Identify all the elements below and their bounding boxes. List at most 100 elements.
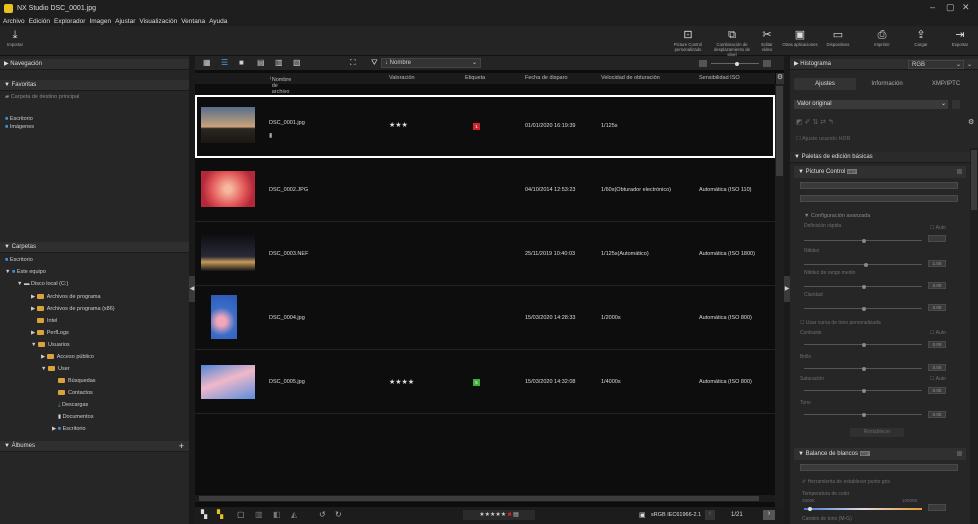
- print-button[interactable]: ⎙ Imprimir: [870, 28, 894, 47]
- thumbnail-image[interactable]: [201, 171, 255, 207]
- tree-item[interactable]: Intel: [37, 318, 57, 324]
- tree-item[interactable]: ▶ Archivos de programa: [31, 294, 101, 300]
- list-view-icon[interactable]: ☰: [221, 58, 228, 67]
- folder-selection-icon[interactable]: ▚: [217, 510, 223, 519]
- compare-icon[interactable]: ▥: [255, 510, 263, 519]
- menu-explorador[interactable]: Explorador: [54, 18, 85, 25]
- advanced-settings-toggle[interactable]: ▼ Configuración avanzada: [804, 213, 870, 219]
- custom-curve-checkbox[interactable]: ☐ Usar curva de tono personalizada: [800, 320, 881, 326]
- tree-item[interactable]: ▶ Acceso público: [41, 354, 94, 360]
- zoom-in-button[interactable]: [763, 60, 771, 67]
- contrast-value[interactable]: 0.00: [928, 341, 946, 348]
- thumbnail-size-slider[interactable]: [711, 61, 759, 66]
- other-apps-button[interactable]: ▣ Otras aplicaciones: [780, 28, 820, 47]
- table-row[interactable]: DSC_0005.jpg ★★★★ 5 15/03/2020 14:32:08 …: [195, 351, 775, 414]
- select-all-icon[interactable]: ▚: [201, 510, 207, 519]
- rotate-left-icon[interactable]: ↺: [319, 510, 326, 519]
- table-row[interactable]: DSC_0003.NEF 25/11/2019 10:40:03 1/125s(…: [195, 223, 775, 286]
- tree-item[interactable]: Búsquedas: [58, 378, 96, 384]
- info-icon[interactable]: ◧: [273, 510, 281, 519]
- thumbnail-image[interactable]: [201, 365, 255, 399]
- sort-select[interactable]: ↓ Nombre ⌄: [381, 58, 481, 68]
- tree-item[interactable]: ⤓ Descargas: [58, 402, 88, 409]
- white-balance-section[interactable]: ▼ Balance de blancos NEF: [794, 448, 966, 460]
- clarity-value[interactable]: 0.00: [928, 304, 946, 311]
- tab-xmp-iptc[interactable]: XMP/IPTC: [918, 78, 974, 90]
- menu-edicion[interactable]: Edición: [29, 18, 50, 25]
- clarity-slider[interactable]: [804, 306, 922, 311]
- export-button[interactable]: ⇥ Exportar: [946, 28, 974, 47]
- edit-video-button[interactable]: ✂ Editar vídeo: [756, 28, 778, 52]
- left-panel-collapse-icon[interactable]: ◀: [189, 276, 195, 302]
- upload-button[interactable]: ⇪ Cargar: [910, 28, 932, 47]
- grid-view-icon[interactable]: ▦: [203, 58, 211, 67]
- tree-item[interactable]: ▼ User: [41, 366, 70, 372]
- import-button[interactable]: ⤓ Importar: [4, 28, 26, 47]
- saturation-auto-checkbox[interactable]: ☐ Auto: [930, 376, 946, 382]
- thumbnail-image[interactable]: [201, 107, 255, 143]
- navigation-panel-header[interactable]: ▶ Navegación: [0, 59, 189, 70]
- thumbnail-image[interactable]: [201, 235, 255, 271]
- compare-view-icon[interactable]: ▥: [275, 58, 283, 67]
- saturation-value[interactable]: 0.00: [928, 387, 946, 394]
- histogram-dropdown-icon[interactable]: ⌄: [967, 61, 972, 68]
- menu-ventana[interactable]: Ventana: [181, 18, 205, 25]
- menu-imagen[interactable]: Imagen: [89, 18, 111, 25]
- column-settings-gear-icon[interactable]: ⚙: [776, 73, 784, 84]
- sharpness-value[interactable]: 1.00: [928, 260, 946, 267]
- mid-sharpness-slider[interactable]: [804, 284, 922, 289]
- single-view-icon[interactable]: ■: [239, 58, 244, 67]
- gray-point-tool[interactable]: ✐ Herramienta de establecer punto gris: [802, 479, 890, 485]
- tab-ajustes[interactable]: Ajustes: [794, 78, 856, 90]
- favorite-item[interactable]: ▰ Carpeta de destino principal: [5, 94, 79, 100]
- minimize-button[interactable]: –: [930, 2, 935, 12]
- map-view-icon[interactable]: ▧: [293, 58, 301, 67]
- filter-icon[interactable]: ⛛: [371, 58, 378, 68]
- histogram-channel-select[interactable]: RGB ⌄: [908, 60, 964, 69]
- menu-ayuda[interactable]: Ayuda: [209, 18, 227, 25]
- right-scrollbar[interactable]: [970, 148, 978, 524]
- picture-control-button[interactable]: ⊡ Picture Control personalizado: [668, 28, 708, 52]
- hue-value[interactable]: 0.00: [928, 411, 946, 418]
- tree-item[interactable]: ▼ ▬ Disco local (C:): [17, 281, 68, 287]
- palettes-header[interactable]: ▼ Paletas de edición básicas: [790, 152, 978, 163]
- quick-sharp-value[interactable]: [928, 235, 946, 242]
- maximize-button[interactable]: ▢: [946, 2, 955, 13]
- tree-item[interactable]: ▮ Documentos: [58, 414, 93, 420]
- white-balance-select[interactable]: [800, 464, 958, 471]
- contrast-slider[interactable]: [804, 342, 922, 347]
- color-temp-slider[interactable]: [804, 507, 922, 511]
- contrast-auto-checkbox[interactable]: ☐ Auto: [930, 330, 946, 336]
- pixel-shift-button[interactable]: ⧉ Combinación de desplazamiento de píxel: [710, 28, 754, 57]
- favorite-item[interactable]: ■ Imágenes: [5, 124, 34, 130]
- settings-gear-icon[interactable]: ⚙: [968, 118, 974, 126]
- histogram-icon[interactable]: ◭: [291, 510, 297, 519]
- albums-panel-header[interactable]: ▼ Álbumes +: [0, 441, 189, 452]
- picture-control-sub-select[interactable]: [800, 195, 958, 202]
- tab-informacion[interactable]: Información: [856, 78, 918, 90]
- reset-button[interactable]: Restablecer: [850, 428, 904, 437]
- tree-item[interactable]: Contactos: [58, 390, 93, 396]
- hdr-checkbox[interactable]: ☐ Ajuste usando HDR: [796, 136, 850, 142]
- mid-sharpness-value[interactable]: 0.00: [928, 282, 946, 289]
- prev-image-button[interactable]: ‹: [705, 510, 715, 520]
- picture-control-section[interactable]: ▼ Picture Control NEF: [794, 166, 966, 178]
- table-row[interactable]: DSC_0001.jpg ▮ ★★★ 1 01/01/2020 16:19:39…: [195, 95, 775, 158]
- quick-sharp-slider[interactable]: [804, 238, 922, 243]
- saturation-slider[interactable]: [804, 388, 922, 393]
- devices-button[interactable]: ▭ Dispositivos: [822, 28, 854, 47]
- table-row[interactable]: DSC_0002.JPG 04/10/2014 12:53:23 1/60s(O…: [195, 159, 775, 222]
- preset-save-button[interactable]: [952, 100, 960, 109]
- auto-checkbox[interactable]: ☐ Auto: [930, 225, 946, 231]
- tree-item[interactable]: ▶ PerfLogs: [31, 330, 69, 336]
- close-button[interactable]: ✕: [962, 2, 970, 13]
- col-shutter[interactable]: Velocidad de obturación: [601, 75, 660, 81]
- color-temp-value[interactable]: [928, 504, 946, 511]
- raw-jpeg-icon[interactable]: ▢: [237, 510, 245, 519]
- rating-stars[interactable]: ★★★★: [389, 378, 414, 386]
- vertical-scrollbar[interactable]: [775, 84, 784, 507]
- favorite-item[interactable]: ■ Escritorio: [5, 116, 33, 122]
- col-iso[interactable]: Sensibilidad ISO: [699, 75, 740, 81]
- col-rating[interactable]: Valoración: [389, 75, 415, 81]
- add-album-icon[interactable]: +: [179, 441, 184, 452]
